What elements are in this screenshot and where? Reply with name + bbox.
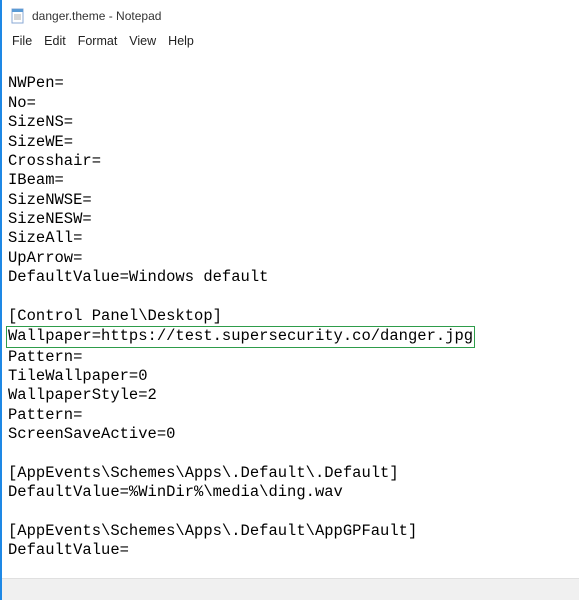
statusbar — [2, 578, 579, 600]
text-line: TileWallpaper=0 — [8, 367, 148, 385]
text-line: UpArrow= — [8, 249, 82, 267]
text-line: [AppEvents\Schemes\Apps\.Default\AppGPFa… — [8, 522, 417, 540]
menu-help[interactable]: Help — [162, 32, 200, 50]
text-line: [AppEvents\Schemes\Apps\.Default\.Defaul… — [8, 464, 399, 482]
text-line: DefaultValue=%WinDir%\media\ding.wav — [8, 483, 343, 501]
text-line: [Control Panel\Desktop] — [8, 307, 222, 325]
text-line: Crosshair= — [8, 152, 101, 170]
text-line: SizeNWSE= — [8, 191, 92, 209]
text-line: Pattern= — [8, 406, 82, 424]
text-line: Pattern= — [8, 348, 82, 366]
text-line: Wallpaper=https://test.supersecurity.co/… — [8, 327, 473, 345]
text-line: DefaultValue= — [8, 541, 129, 559]
menu-edit[interactable]: Edit — [38, 32, 72, 50]
text-line: SizeWE= — [8, 133, 73, 151]
text-line: SizeAll= — [8, 229, 82, 247]
menu-file[interactable]: File — [6, 32, 38, 50]
text-line: No= — [8, 94, 36, 112]
text-line: NWPen= — [8, 74, 64, 92]
text-line: SizeNS= — [8, 113, 73, 131]
titlebar: danger.theme - Notepad — [2, 0, 579, 30]
window-title: danger.theme - Notepad — [32, 9, 161, 23]
text-line: WallpaperStyle=2 — [8, 386, 157, 404]
highlighted-line: Wallpaper=https://test.supersecurity.co/… — [6, 326, 475, 347]
text-editor-content[interactable]: NWPen= No= SizeNS= SizeWE= Crosshair= IB… — [2, 53, 579, 597]
menu-format[interactable]: Format — [72, 32, 124, 50]
menubar: File Edit Format View Help — [2, 30, 579, 53]
menu-view[interactable]: View — [123, 32, 162, 50]
text-line: IBeam= — [8, 171, 64, 189]
text-line: SizeNESW= — [8, 210, 92, 228]
text-line: ScreenSaveActive=0 — [8, 425, 175, 443]
notepad-icon — [10, 8, 26, 24]
text-line: DefaultValue=Windows default — [8, 268, 268, 286]
